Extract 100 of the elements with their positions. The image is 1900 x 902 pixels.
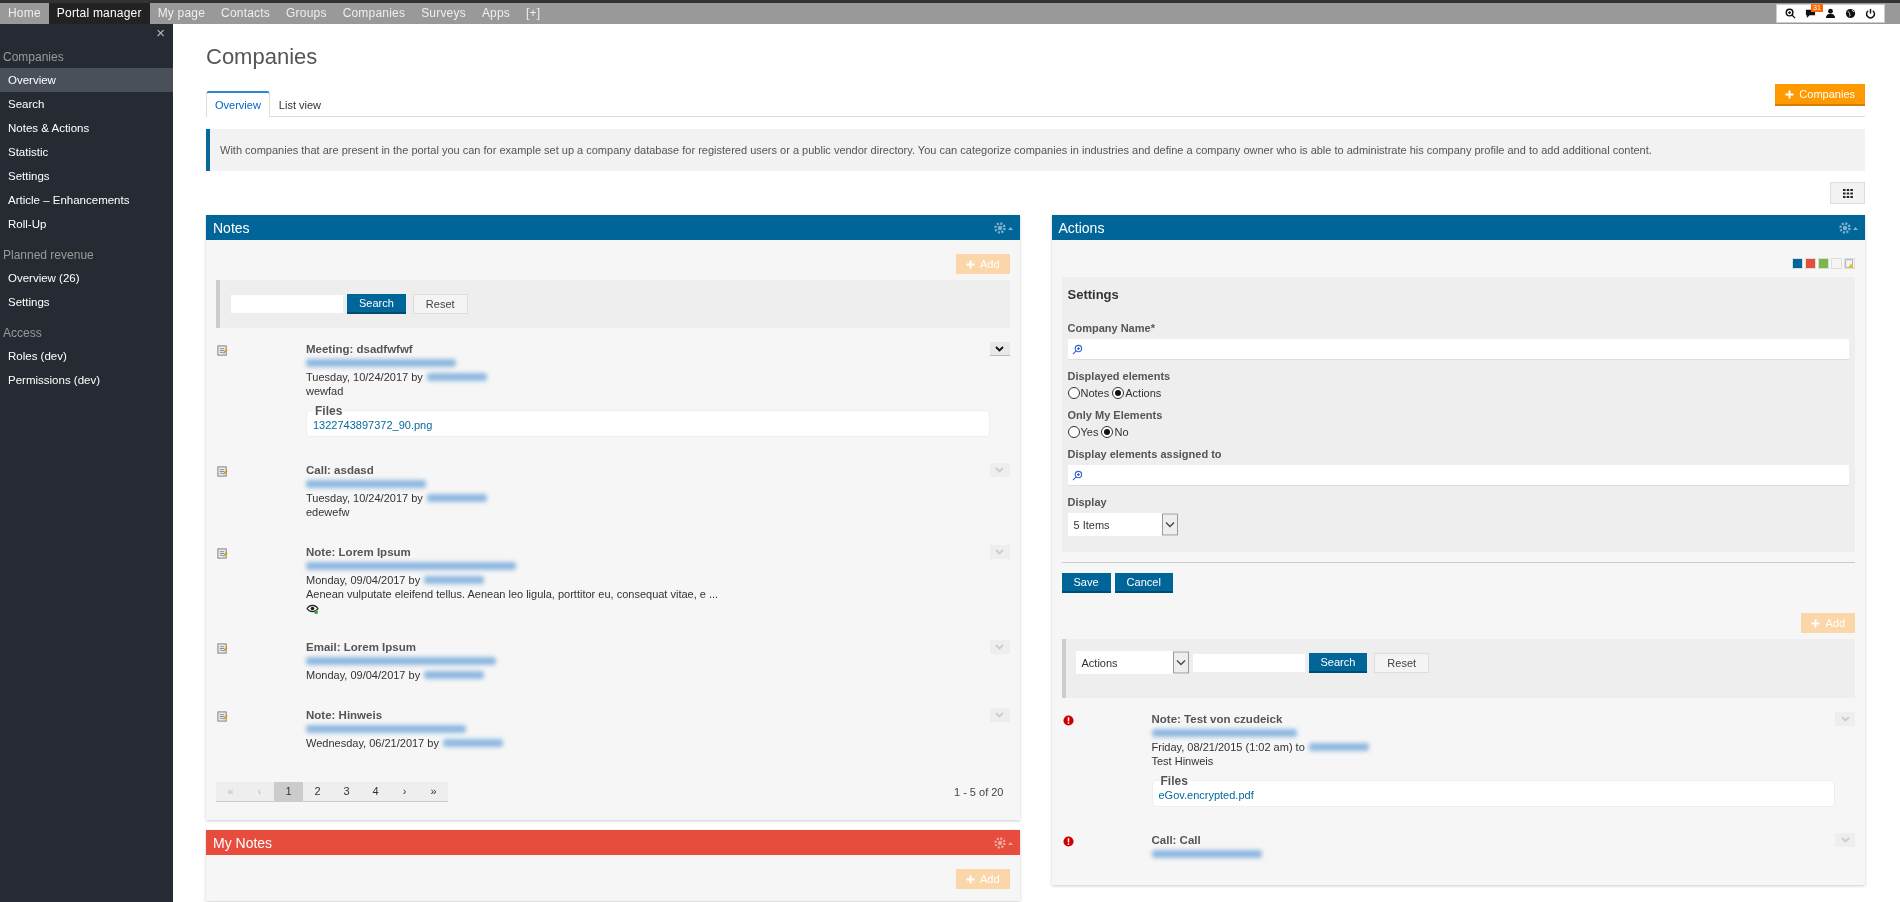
note-icon: [217, 548, 228, 559]
reset-button[interactable]: Reset: [412, 294, 468, 314]
note-icon: [217, 345, 228, 356]
sidebar-item[interactable]: Roles (dev): [0, 344, 173, 368]
power-icon[interactable]: [1865, 8, 1876, 19]
field-label: Display elements assigned to: [1067, 448, 1222, 460]
field-label: Only My Elements: [1067, 409, 1163, 421]
lookup-icon: [1071, 469, 1083, 481]
page-button[interactable]: 2: [303, 782, 332, 801]
entry-title: Note: Lorem Ipsum: [306, 545, 411, 559]
settings-icon[interactable]: [993, 221, 1014, 234]
layout-button[interactable]: [1830, 182, 1865, 204]
field-label: Display: [1067, 496, 1107, 508]
page-button[interactable]: 1: [274, 782, 303, 801]
panel-title: Notes: [213, 219, 250, 236]
entry-title: Email: Lorem Ipsum: [306, 640, 416, 654]
sidebar-item[interactable]: Article – Enhancements: [0, 188, 173, 212]
entry-date: Monday, 09/04/2017 by: [306, 573, 421, 587]
sidebar-heading: Companies: [2, 49, 65, 66]
note-icon: [217, 643, 228, 654]
info-message: With companies that are present in the portal you can for example set up a company database for registered users or a public vendor directory. You can categorize companies in industries and define a company owner who is able to administrate his company profile and to add additional content.: [206, 129, 1865, 171]
radio-label: No: [1114, 426, 1129, 438]
sidebar-item[interactable]: Permissions (dev): [0, 368, 173, 392]
plus-icon: [965, 875, 975, 884]
file-link[interactable]: 1322743897372_90.png: [313, 418, 433, 432]
page-title: Companies: [206, 44, 319, 70]
lookup-field[interactable]: [1067, 465, 1849, 486]
blurred-text: [426, 373, 487, 381]
alert-icon: [1062, 836, 1074, 847]
settings-icon[interactable]: [993, 836, 1014, 849]
chevron-icon: [995, 549, 1004, 555]
grid-icon: [1842, 188, 1853, 198]
chevron-icon: [1840, 837, 1850, 843]
radio-button[interactable]: [1112, 387, 1125, 399]
entry-title: Call: Call: [1151, 833, 1201, 847]
expand-button[interactable]: [989, 342, 1010, 356]
sidebar-heading: Planned revenue: [2, 247, 95, 264]
radio-button[interactable]: [1067, 387, 1080, 399]
page-button[interactable]: »: [419, 782, 448, 801]
search-button[interactable]: Search: [347, 294, 406, 314]
field-label: Displayed elements: [1067, 370, 1171, 382]
file-link[interactable]: eGov.encrypted.pdf: [1158, 788, 1254, 802]
lookup-field[interactable]: [1067, 339, 1849, 360]
lookup-icon: [1071, 343, 1083, 355]
color-swatch[interactable]: [1792, 258, 1803, 269]
save-button[interactable]: Save: [1061, 573, 1111, 593]
filter-select[interactable]: Actions: [1075, 651, 1189, 674]
sidebar-item[interactable]: Search: [0, 92, 173, 116]
page-button[interactable]: ›: [390, 782, 419, 801]
tab[interactable]: List view: [269, 92, 331, 117]
blurred-text: [426, 494, 487, 502]
blurred-text: [1308, 743, 1369, 751]
sidebar-item[interactable]: Notes & Actions: [0, 116, 173, 140]
field-label: Company Name*: [1067, 322, 1155, 334]
sidebar-item[interactable]: Settings: [0, 290, 173, 314]
radio-button[interactable]: [1067, 426, 1080, 438]
color-swatch[interactable]: [1818, 258, 1829, 269]
close-button[interactable]: ×: [156, 26, 165, 38]
page-button[interactable]: 4: [361, 782, 390, 801]
color-swatch[interactable]: [1805, 258, 1816, 269]
display-select[interactable]: 5 Items: [1067, 513, 1178, 536]
cancel-button[interactable]: Cancel: [1114, 573, 1173, 593]
panel-title: Actions: [1058, 219, 1105, 236]
files-label: Files: [313, 404, 345, 418]
chevron-icon: [995, 345, 1004, 352]
entry-title: Call: asdasd: [306, 463, 374, 477]
sidebar-item[interactable]: Overview (26): [0, 266, 173, 290]
user-icon[interactable]: [1825, 8, 1836, 19]
radio-button[interactable]: [1101, 426, 1114, 438]
radio-label: Yes: [1080, 426, 1099, 438]
nav-tab[interactable]: Portal manager: [48, 3, 150, 24]
note-icon: [217, 711, 228, 722]
plus-icon: [1785, 90, 1795, 99]
blurred-text: [442, 739, 503, 747]
tab[interactable]: Overview: [206, 91, 270, 117]
sidebar-heading: Access: [2, 325, 43, 342]
document-warning-icon[interactable]: [1844, 258, 1855, 269]
entry-date: Tuesday, 10/24/2017 by: [306, 370, 423, 384]
chevron-icon: [995, 467, 1004, 473]
entry-title: Note: Test von czudeick: [1151, 712, 1283, 726]
zoom-icon[interactable]: [1785, 8, 1796, 19]
page-button[interactable]: 3: [332, 782, 361, 801]
entry-title: Note: Hinweis: [306, 708, 383, 722]
color-swatch[interactable]: [1831, 258, 1842, 269]
sidebar-item[interactable]: Statistic: [0, 140, 173, 164]
blurred-text: [424, 671, 485, 679]
sidebar-item[interactable]: Settings: [0, 164, 173, 188]
sidebar-item[interactable]: Roll-Up: [0, 212, 173, 236]
reset-button[interactable]: Reset: [1374, 652, 1430, 673]
entry-text: Test Hinweis: [1151, 754, 1214, 768]
entry-text: Aenean vulputate eleifend tellus. Aenean leo ligula, porttitor eu, consequat vitae, e ...: [306, 587, 719, 601]
settings-icon[interactable]: [1839, 221, 1859, 234]
chevron-icon: [1840, 716, 1850, 722]
entry-text: wewfad: [306, 384, 344, 398]
entry-date: Tuesday, 10/24/2017 by: [306, 491, 423, 505]
entry-title: Meeting: dsadfwfwf: [306, 342, 413, 356]
entry-date: Wednesday, 06/21/2017 by: [306, 736, 439, 750]
sidebar-item[interactable]: Overview: [0, 68, 173, 92]
globe-icon[interactable]: [1845, 8, 1856, 19]
search-button[interactable]: Search: [1308, 652, 1368, 673]
